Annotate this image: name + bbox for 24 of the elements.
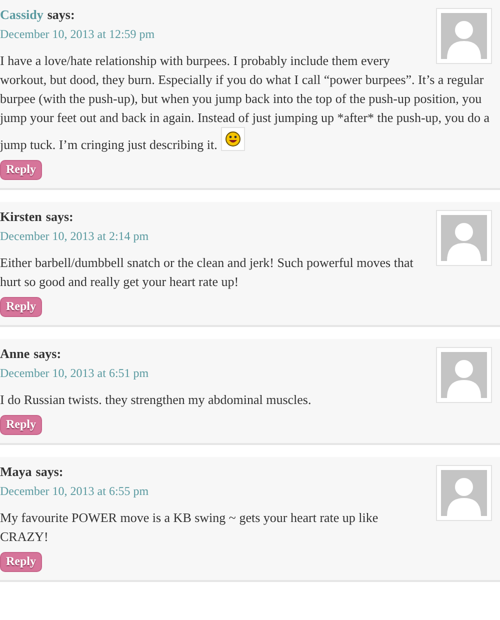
- says-label: says:: [46, 209, 74, 224]
- says-label: says:: [36, 464, 64, 479]
- avatar-icon: [436, 8, 492, 64]
- comment-date-link[interactable]: December 10, 2013 at 6:51 pm: [0, 364, 500, 382]
- reply-button[interactable]: Reply: [0, 552, 42, 572]
- author-name: Maya: [0, 464, 32, 479]
- avatar-icon: [436, 347, 492, 403]
- says-label: says:: [34, 346, 62, 361]
- reply-button[interactable]: Reply: [0, 297, 42, 317]
- says-label: says:: [47, 7, 75, 22]
- reply-button[interactable]: Reply: [0, 415, 42, 435]
- comment-text: I have a love/hate relationship with burpees. I probably include them every workout, but dood, they burn. Especially if you do what I call “power burpees”. It’s a regular burpee (with the push-up), but when you jump back into the top of the push-up position, you jump your feet out and back in again. Instead of just jumping up *after* the push-up, you do a jump tuck. I’m cringing just describing it.: [0, 53, 490, 152]
- comment-text: My favourite POWER move is a KB swing ~ gets your heart rate up like CRAZY!: [0, 510, 378, 544]
- comment-date-link[interactable]: December 10, 2013 at 6:55 pm: [0, 482, 500, 500]
- comment-date-link[interactable]: December 10, 2013 at 12:59 pm: [0, 25, 500, 43]
- author-name: Anne: [0, 346, 30, 361]
- avatar-icon: [436, 210, 492, 266]
- comment-text: Either barbell/dumbbell snatch or the clean and jerk! Such powerful moves that hurt so good and really get your heart rate up!: [0, 255, 414, 289]
- avatar-icon: [436, 465, 492, 521]
- comment-date-link[interactable]: December 10, 2013 at 2:14 pm: [0, 227, 500, 245]
- author-link[interactable]: Cassidy: [0, 7, 44, 22]
- comment-text: I do Russian twists. they strengthen my abdominal muscles.: [0, 392, 312, 407]
- author-name: Kirsten: [0, 209, 42, 224]
- reply-button[interactable]: Reply: [0, 160, 42, 180]
